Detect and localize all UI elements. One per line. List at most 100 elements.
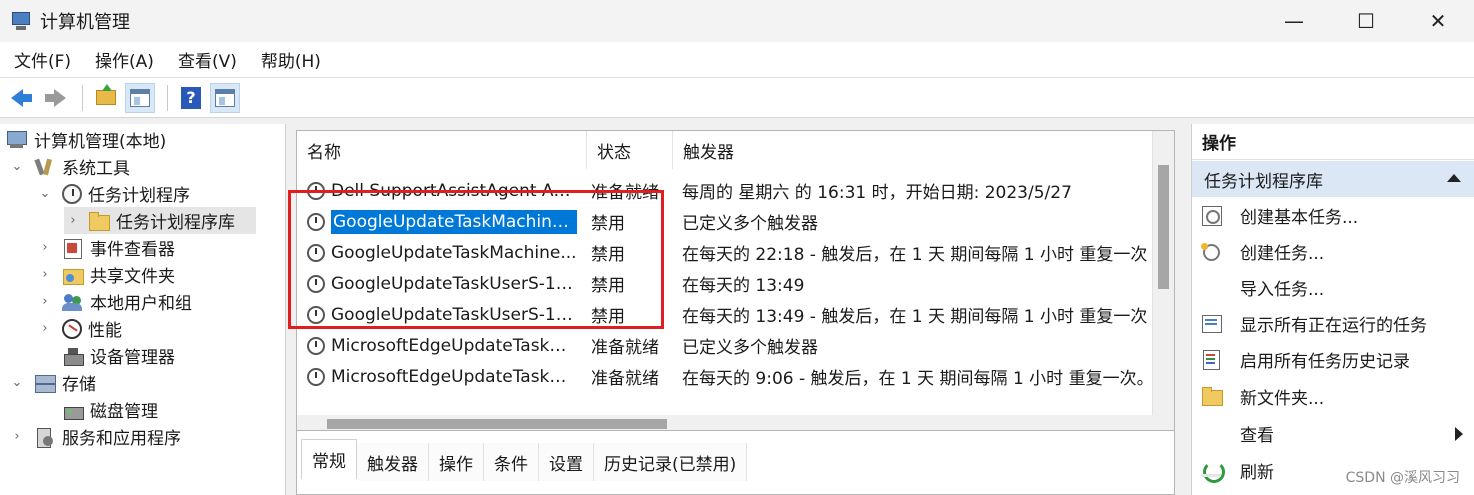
task-name: MicrosoftEdgeUpdateTaskM... — [331, 366, 577, 387]
task-row[interactable]: GoogleUpdateTaskUserS-1-... 禁用 在每天的 13:4… — [297, 268, 1152, 299]
toolbar-separator — [82, 84, 83, 111]
actions-section-label: 任务计划程序库 — [1204, 171, 1323, 192]
chevron-down-icon[interactable]: ⌄ — [36, 186, 54, 201]
menu-action[interactable]: 操作(A) — [87, 47, 162, 72]
forward-button[interactable] — [40, 83, 70, 113]
tree-item-label: 任务计划程序库 — [116, 213, 235, 233]
action-view[interactable]: 查看 — [1192, 415, 1474, 451]
tree-item-performance[interactable]: › 性能 — [36, 315, 122, 342]
actions-pane: 操作 任务计划程序库 创建基本任务... 创建任务... 导入任务... 显示所… — [1191, 124, 1474, 495]
column-header-trigger[interactable]: 触发器 — [673, 131, 1153, 169]
back-button[interactable] — [6, 83, 36, 113]
tree-item-device-manager[interactable]: 设备管理器 — [36, 342, 175, 369]
chevron-right-icon[interactable]: › — [36, 240, 54, 255]
tab-history[interactable]: 历史记录(已禁用) — [594, 443, 748, 481]
up-level-button[interactable] — [91, 83, 121, 113]
task-row[interactable]: GoogleUpdateTaskMachine... 禁用 在每天的 22:18… — [297, 237, 1152, 268]
task-trigger: 每周的 星期六 的 16:31 时，开始日期: 2023/5/27 — [682, 183, 1072, 203]
actions-header: 操作 — [1192, 124, 1474, 160]
storage-icon — [34, 373, 56, 393]
help-button[interactable]: ? — [176, 83, 206, 113]
maximize-button[interactable]: ☐ — [1330, 0, 1402, 42]
task-row[interactable]: Dell SupportAssistAgent Aut... 准备就绪 每周的 … — [297, 175, 1152, 206]
running-tasks-icon — [1200, 312, 1224, 334]
chevron-right-icon[interactable]: › — [36, 294, 54, 309]
action-new-folder[interactable]: 新文件夹... — [1192, 378, 1474, 414]
task-name: Dell SupportAssistAgent Aut... — [331, 180, 577, 201]
tree-item-services-apps[interactable]: › 服务和应用程序 — [8, 423, 181, 450]
tree-item-label: 存储 — [62, 375, 96, 395]
task-clock-icon — [307, 243, 325, 262]
clock-icon — [62, 183, 82, 204]
tab-actions[interactable]: 操作 — [429, 443, 484, 481]
column-header-name[interactable]: 名称 — [297, 131, 587, 169]
detail-tabs: 常规 触发器 操作 条件 设置 历史记录(已禁用) — [301, 439, 748, 481]
disk-icon — [62, 400, 84, 420]
task-list-header: 名称 状态 触发器 — [297, 131, 1157, 169]
action-show-running-tasks[interactable]: 显示所有正在运行的任务 — [1192, 305, 1474, 341]
collapse-up-icon[interactable] — [1447, 174, 1461, 182]
tab-conditions[interactable]: 条件 — [484, 443, 539, 481]
tree-item-storage[interactable]: ⌄ 存储 — [8, 369, 96, 396]
menu-file[interactable]: 文件(F) — [6, 47, 79, 72]
tab-triggers[interactable]: 触发器 — [357, 443, 429, 481]
tree-item-task-scheduler-library[interactable]: › 任务计划程序库 — [64, 207, 256, 234]
task-row[interactable]: MicrosoftEdgeUpdateTaskM... 准备就绪 在每天的 9:… — [297, 361, 1152, 392]
chevron-down-icon[interactable]: ⌄ — [8, 375, 26, 390]
chevron-right-icon[interactable]: › — [36, 267, 54, 282]
menu-view[interactable]: 查看(V) — [170, 47, 245, 72]
task-status: 准备就绪 — [591, 183, 659, 203]
task-status: 禁用 — [591, 307, 625, 327]
tree-item-shared-folders[interactable]: › 共享文件夹 — [36, 261, 175, 288]
column-header-status[interactable]: 状态 — [587, 131, 673, 169]
actions-section-header[interactable]: 任务计划程序库 — [1192, 161, 1474, 197]
blank-icon — [1200, 422, 1224, 444]
task-clock-icon — [307, 336, 325, 355]
horizontal-scroll-thumb[interactable] — [327, 419, 667, 429]
action-enable-task-history[interactable]: 启用所有任务历史记录 — [1192, 341, 1474, 377]
create-basic-task-icon — [1200, 204, 1224, 226]
device-manager-icon — [62, 346, 84, 366]
tree-item-task-scheduler[interactable]: ⌄ 任务计划程序 — [36, 180, 190, 207]
task-row[interactable]: MicrosoftEdgeUpdateTaskM... 准备就绪 已定义多个触发… — [297, 330, 1152, 361]
show-hide-action-pane-button[interactable] — [210, 82, 240, 113]
tree-item-local-users-groups[interactable]: › 本地用户和组 — [36, 288, 192, 315]
tools-icon — [34, 157, 56, 177]
action-create-basic-task[interactable]: 创建基本任务... — [1192, 197, 1474, 233]
chevron-right-icon[interactable]: › — [64, 213, 82, 228]
tree-item-event-viewer[interactable]: › 事件查看器 — [36, 234, 175, 261]
action-label: 创建任务... — [1240, 243, 1325, 264]
task-row[interactable]: GoogleUpdateTaskUserS-1-... 禁用 在每天的 13:4… — [297, 299, 1152, 330]
task-row[interactable]: GoogleUpdateTaskMachine... 禁用 已定义多个触发器 — [297, 206, 1152, 237]
tab-general[interactable]: 常规 — [301, 439, 357, 479]
tree-item-label: 计算机管理(本地) — [34, 132, 167, 152]
task-status: 禁用 — [591, 245, 625, 265]
minimize-button[interactable]: — — [1258, 0, 1330, 42]
blank-icon — [1200, 276, 1224, 298]
new-folder-icon — [1200, 385, 1224, 407]
menu-help[interactable]: 帮助(H) — [253, 47, 329, 72]
action-import-task[interactable]: 导入任务... — [1192, 269, 1474, 305]
show-hide-console-tree-button[interactable] — [125, 82, 155, 113]
vertical-scroll-thumb[interactable] — [1158, 165, 1169, 289]
task-name-cell: GoogleUpdateTaskMachine... — [307, 237, 577, 268]
task-name-cell: MicrosoftEdgeUpdateTaskM... — [307, 361, 577, 392]
chevron-right-icon[interactable]: › — [8, 429, 26, 444]
performance-icon — [62, 318, 82, 339]
task-name: MicrosoftEdgeUpdateTaskM... — [331, 335, 577, 356]
vertical-scrollbar[interactable] — [1152, 131, 1174, 433]
tree-item-disk-management[interactable]: 磁盘管理 — [36, 396, 158, 423]
tab-settings[interactable]: 设置 — [539, 443, 594, 481]
action-label: 新文件夹... — [1240, 388, 1325, 409]
tree-item-label: 磁盘管理 — [90, 402, 158, 422]
chevron-right-icon[interactable]: › — [36, 321, 54, 336]
action-label: 查看 — [1240, 425, 1274, 446]
title-bar: 计算机管理 — ☐ ✕ — [0, 0, 1474, 42]
close-button[interactable]: ✕ — [1402, 0, 1474, 42]
action-create-task[interactable]: 创建任务... — [1192, 233, 1474, 269]
chevron-down-icon[interactable]: ⌄ — [8, 159, 26, 174]
tree-item-computer-management[interactable]: 计算机管理(本地) — [6, 126, 166, 153]
task-status: 准备就绪 — [591, 338, 659, 358]
task-trigger: 已定义多个触发器 — [682, 338, 818, 358]
tree-item-system-tools[interactable]: ⌄ 系统工具 — [8, 153, 130, 180]
